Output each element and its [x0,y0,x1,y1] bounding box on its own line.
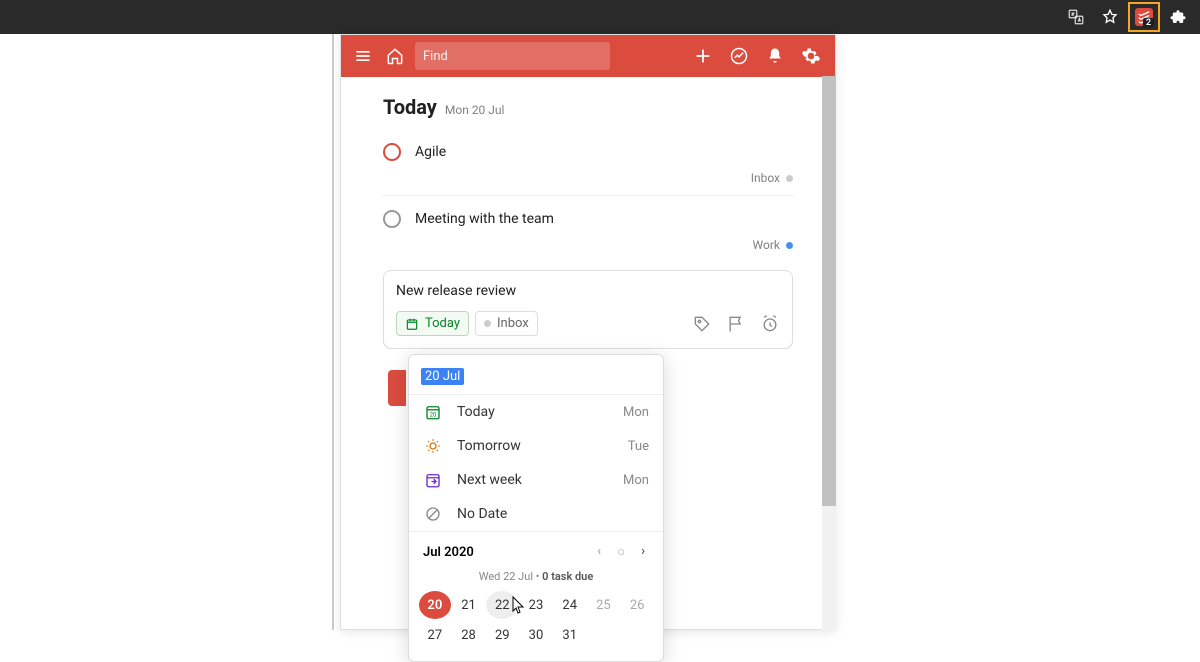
calendar-day[interactable]: 28 [453,621,485,649]
scrollbar-thumb[interactable] [822,76,836,506]
quick-tomorrow[interactable]: Tomorrow Tue [409,429,663,463]
search-input[interactable] [415,42,610,70]
calendar-next-icon [423,471,443,489]
quick-label: No Date [457,506,635,522]
calendar-header: Jul 2020 ‹ ○ › [409,531,663,566]
page-heading: Today Mon 20 Jul [383,95,793,119]
task-title: Meeting with the team [415,211,554,227]
quick-next-week[interactable]: Next week Mon [409,463,663,497]
calendar-nav: ‹ ○ › [593,542,649,562]
extension-badge: 2 [1143,18,1154,28]
menu-button[interactable] [351,44,375,68]
editor-controls: Today Inbox [396,311,780,336]
date-picker: 20 Jul 20 Today Mon Tomorrow Tue Next we… [408,354,664,662]
bookmark-star-icon[interactable] [1094,2,1126,32]
quick-no-date[interactable]: No Date [409,497,663,531]
next-month-button[interactable]: › [637,542,649,562]
task-checkbox[interactable] [383,143,401,161]
task-project[interactable]: Work [753,238,780,252]
editor-text-input[interactable]: New release review [396,283,780,299]
hover-date: Wed 22 Jul [479,570,533,583]
calendar-day[interactable]: 27 [419,621,451,649]
productivity-button[interactable] [725,42,753,70]
project-dot-icon [786,175,793,182]
todoist-extension-icon[interactable]: 2 [1128,2,1160,32]
calendar-today-icon: 20 [423,403,443,421]
quick-day: Mon [623,405,649,420]
quick-today[interactable]: 20 Today Mon [409,395,663,429]
quick-day: Mon [623,473,649,488]
hover-date-info: Wed 22 Jul • 0 task due [409,566,663,587]
svg-text:20: 20 [430,412,437,419]
flag-icon[interactable] [726,314,746,334]
task-item[interactable]: Meeting with the team [383,204,793,234]
project-dot-icon [786,242,793,249]
calendar-day[interactable]: 22 [486,591,518,619]
no-date-icon [423,505,443,523]
calendar-day[interactable]: 30 [520,621,552,649]
extensions-puzzle-icon[interactable] [1162,2,1194,32]
settings-button[interactable] [797,42,825,70]
calendar-day[interactable]: 25 [588,591,620,619]
decorative-edge [332,34,334,630]
project-pill-label: Inbox [497,316,529,331]
page-date: Mon 20 Jul [445,103,505,117]
task-item[interactable]: Agile [383,137,793,167]
add-task-submit-button[interactable] [388,370,406,406]
month-label: Jul 2020 [423,545,474,560]
translate-icon[interactable] [1060,2,1092,32]
task-project[interactable]: Inbox [751,171,780,185]
calendar-day[interactable]: 23 [520,591,552,619]
home-button[interactable] [383,44,407,68]
task-checkbox[interactable] [383,210,401,228]
label-icon[interactable] [692,314,712,334]
quick-dates: 20 Today Mon Tomorrow Tue Next week Mon … [409,395,663,531]
search-field[interactable] [423,49,602,64]
quick-label: Today [457,404,609,420]
due-date-pill[interactable]: Today [396,311,469,336]
calendar-day[interactable]: 31 [554,621,586,649]
editor-actions [692,314,780,334]
calendar-day[interactable]: 29 [486,621,518,649]
reminder-icon[interactable] [760,314,780,334]
task-meta: Inbox [383,167,793,196]
prev-month-button[interactable]: ‹ [593,542,605,562]
notifications-button[interactable] [761,42,789,70]
calendar-day[interactable]: 21 [453,591,485,619]
calendar-day[interactable]: 20 [419,591,451,619]
app-topbar [341,35,835,77]
task-meta: Work [383,234,793,262]
project-pill[interactable]: Inbox [475,311,538,336]
scrollbar-track[interactable] [822,76,836,630]
date-input[interactable]: 20 Jul [409,355,663,395]
jump-today-button[interactable]: ○ [613,542,629,562]
calendar-day[interactable]: 26 [621,591,653,619]
hover-tasks: 0 task due [542,570,593,583]
quick-label: Next week [457,472,609,488]
project-dot-icon [484,320,491,327]
page-title: Today [383,95,437,119]
task-editor: New release review Today Inbox [383,270,793,349]
sun-icon [423,437,443,455]
quick-label: Tomorrow [457,438,614,454]
due-date-label: Today [425,316,460,331]
browser-toolbar: 2 [0,0,1200,34]
task-title: Agile [415,144,446,160]
calendar-day[interactable]: 24 [554,591,586,619]
date-input-value: 20 Jul [421,368,464,385]
quick-day: Tue [628,439,649,454]
add-task-button[interactable] [689,42,717,70]
calendar-grid: 20 21 22 23 24 25 26 27 28 29 30 31 [409,587,663,661]
